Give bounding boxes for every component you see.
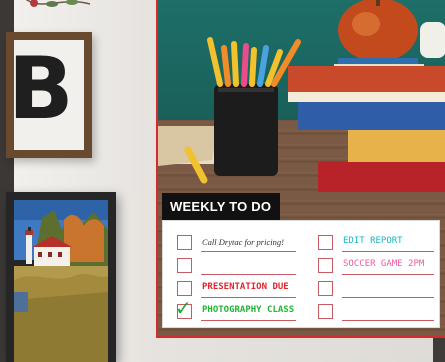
checkbox	[177, 235, 192, 250]
wall-letter: B	[14, 40, 74, 139]
writing-line	[342, 251, 434, 252]
todo-item-right-2: SOCCER GAME 2PM	[318, 256, 434, 276]
todo-item-left-1: Call Drytac for pricing!	[177, 233, 297, 253]
checkbox	[177, 258, 192, 273]
task-text: EDIT REPORT	[343, 236, 403, 246]
writing-line	[342, 297, 434, 298]
task-text: PRESENTATION DUE	[202, 282, 289, 292]
todo-item-right-4	[318, 302, 434, 322]
writing-line	[201, 274, 296, 275]
todo-item-left-3: PRESENTATION DUE	[177, 279, 297, 299]
task-text: Call Drytac for pricing!	[202, 237, 284, 247]
checkbox	[318, 304, 333, 319]
school-supplies-illustration	[158, 0, 445, 192]
task-text: SOCCER GAME 2PM	[343, 259, 425, 269]
hanging-vine-decoration	[25, 0, 91, 7]
framed-lighthouse-photo	[6, 192, 116, 362]
writing-line	[342, 320, 434, 321]
task-text: PHOTOGRAPHY CLASS	[202, 305, 295, 315]
framed-letter-picture: B	[6, 32, 92, 158]
todo-item-right-1: EDIT REPORT	[318, 233, 434, 253]
writing-line	[201, 251, 296, 252]
writing-line	[342, 274, 434, 275]
checkbox	[318, 235, 333, 250]
todo-heading: WEEKLY TO DO LIST	[162, 193, 280, 241]
writing-line	[201, 320, 296, 321]
checkmark-icon: ✓	[175, 296, 192, 320]
picture-mat: B	[14, 40, 84, 150]
checkbox	[318, 258, 333, 273]
writing-line	[201, 297, 296, 298]
lighthouse-photo	[14, 200, 108, 362]
todo-list-card: Call Drytac for pricing! PRESENTATION DU…	[162, 220, 440, 328]
checkbox	[318, 281, 333, 296]
checkbox	[177, 281, 192, 296]
todo-item-left-4: ✓ PHOTOGRAPHY CLASS	[175, 296, 297, 322]
todo-item-right-3	[318, 279, 434, 299]
todo-item-left-2	[177, 256, 297, 276]
